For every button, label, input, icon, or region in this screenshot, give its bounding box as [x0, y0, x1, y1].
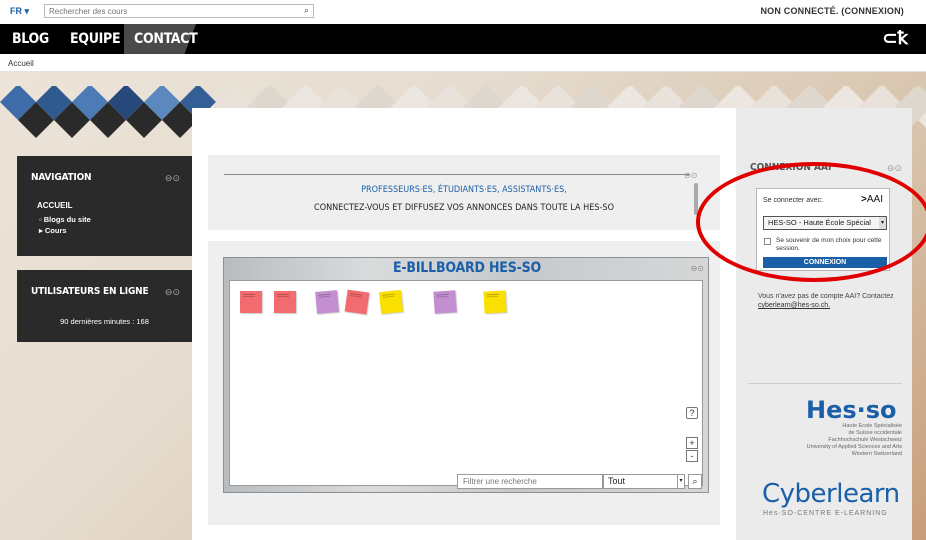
hesso-line: Western Switzerland [851, 451, 902, 457]
dropdown-arrow-icon: ▾ [677, 475, 684, 488]
help-icon: ? [689, 408, 695, 418]
online-users-count: 90 dernières minutes : 168 [60, 317, 149, 326]
cyberlearn-logo[interactable]: Cyberlearn [762, 479, 900, 509]
announcement-line-2: CONNECTEZ-VOUS ET DIFFUSEZ VOS ANNONCES … [314, 203, 614, 213]
highlight-ellipse [696, 162, 926, 282]
navigation-title: NAVIGATION [31, 172, 92, 183]
search-icon[interactable]: ⌕ [304, 5, 309, 16]
main-navbar: BLOG EQUIPE CONTACT ⊂ꝁ [0, 24, 926, 54]
site-logo-icon[interactable]: ⊂ꝁ [882, 28, 908, 49]
billboard-frame: E-BILLBOARD HES-SO ⊖⊙ ? + - Filtrer une … [223, 257, 709, 493]
sticky-note[interactable] [315, 290, 339, 314]
online-users-title: UTILISATEURS EN LIGNE [31, 286, 149, 297]
hesso-line: University of Applied Sciences and Arts [806, 444, 902, 450]
navigation-block: NAVIGATION ⊖⊙ ACCUEIL ▫ Blogs du site ▸ … [17, 156, 192, 256]
sticky-note[interactable] [240, 291, 262, 313]
search-icon[interactable]: ⌕ [688, 474, 702, 489]
announcement-line-1: PROFESSEURS·ES, ÉTUDIANTS·ES, ASSISTANTS… [361, 185, 567, 195]
filter-select-value: Tout [608, 476, 626, 486]
announcement-block: ⊖⊙ PROFESSEURS·ES, ÉTUDIANTS·ES, ASSISTA… [208, 155, 720, 230]
help-button[interactable]: ? [686, 407, 698, 419]
billboard-block: E-BILLBOARD HES-SO ⊖⊙ ? + - Filtrer une … [208, 241, 720, 525]
filter-select[interactable]: Tout ▾ [603, 474, 685, 489]
language-selector[interactable]: FR ▾ [10, 6, 29, 17]
zoom-out-button[interactable]: - [686, 450, 698, 462]
block-controls-icon[interactable]: ⊖⊙ [165, 287, 180, 298]
contact-email-link[interactable]: cyberlearn@hes-so.ch. [758, 302, 830, 309]
billboard-title: E-BILLBOARD HES-SO [392, 260, 541, 276]
aai-note: Vous n'avez pas de compte AAI? Contactez… [758, 292, 918, 310]
block-controls-icon[interactable]: ⊖⊙ [887, 163, 902, 174]
online-users-block: UTILISATEURS EN LIGNE ⊖⊙ 90 dernières mi… [17, 270, 192, 342]
top-bar: FR ▾ ⌕ NON CONNECTÉ. (CONNEXION) [0, 0, 926, 24]
divider [224, 174, 690, 175]
zoom-in-button[interactable]: + [686, 437, 698, 449]
hesso-line: Haute Ecole Spécialisée [842, 423, 902, 429]
nav-home-link[interactable]: ACCUEIL [37, 201, 73, 210]
sticky-note[interactable] [433, 290, 457, 314]
aai-note-text: Vous n'avez pas de compte AAI? Contactez [758, 293, 894, 300]
nav-item-cours[interactable]: ▸ Cours [39, 225, 91, 236]
login-status-link[interactable]: NON CONNECTÉ. (CONNEXION) [760, 6, 904, 16]
nav-equipe[interactable]: EQUIPE [70, 31, 121, 47]
sticky-note[interactable] [274, 291, 296, 313]
hesso-line: de Suisse occidentale [848, 430, 902, 436]
course-search: ⌕ [44, 4, 314, 18]
filter-input[interactable]: Filtrer une recherche [457, 474, 603, 489]
billboard-board[interactable]: ? + - Filtrer une recherche Tout ▾ ⌕ [229, 280, 703, 489]
breadcrumb[interactable]: Accueil [8, 59, 34, 68]
nav-blog[interactable]: BLOG [12, 31, 49, 47]
hesso-logo[interactable]: Hes·so [806, 396, 897, 424]
sticky-note[interactable] [483, 290, 507, 314]
nav-item-blogs[interactable]: ▫ Blogs du site [39, 214, 91, 225]
cyberlearn-subtitle: Hes·SO-CENTRE E-LEARNING [763, 510, 888, 517]
sticky-note[interactable] [378, 289, 404, 315]
block-controls-icon[interactable]: ⊖⊙ [165, 173, 180, 184]
search-input[interactable] [45, 5, 285, 17]
breadcrumb-bar: Accueil [0, 54, 926, 72]
divider [748, 383, 902, 384]
announcement-controls-icon[interactable]: ⊖⊙ [684, 171, 697, 180]
billboard-controls-icon[interactable]: ⊖⊙ [691, 264, 704, 273]
sticky-note[interactable] [344, 289, 370, 315]
hesso-tagline: Haute Ecole Spécialisée de Suisse occide… [750, 423, 902, 458]
nav-contact[interactable]: CONTACT [134, 31, 198, 47]
hesso-line: Fachhochschule Westschweiz [828, 437, 902, 443]
